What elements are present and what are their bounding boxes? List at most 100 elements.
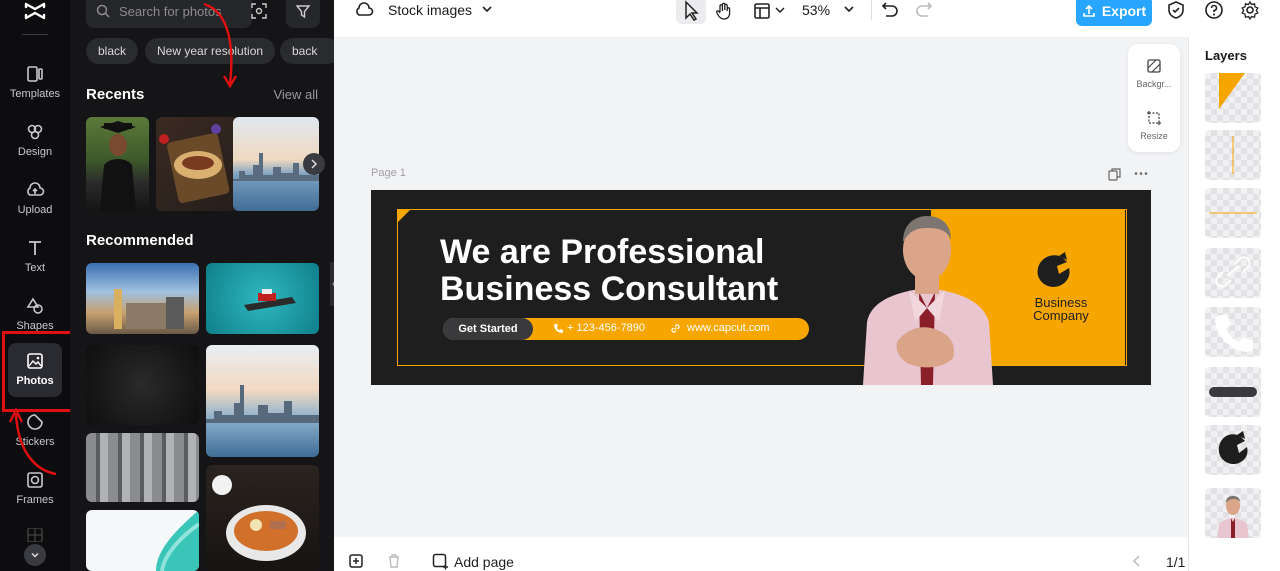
filter-icon: [295, 5, 311, 19]
settings-icon[interactable]: [1240, 0, 1260, 20]
more-tools-icon[interactable]: [26, 528, 44, 542]
upload-icon: [27, 182, 45, 196]
delete-icon[interactable]: [386, 553, 402, 569]
rail-item-text[interactable]: Text: [8, 234, 62, 286]
layers-panel: Layers: [1188, 37, 1280, 571]
teal-swirl-photo-icon: [156, 510, 199, 571]
capcut-editor: Templates Design Upload Text Shapes Phot…: [0, 0, 1280, 571]
cloud-icon[interactable]: [354, 0, 374, 20]
recent-photo-graduate[interactable]: [86, 117, 149, 211]
shield-icon[interactable]: [1166, 0, 1186, 20]
filter-button[interactable]: [286, 0, 320, 28]
text-icon: [29, 241, 41, 255]
hand-tool-icon[interactable]: [714, 1, 734, 21]
left-rail: Templates Design Upload Text Shapes Phot…: [0, 0, 70, 571]
image-search-icon: [251, 3, 267, 19]
ramen-photo-icon: [212, 475, 306, 561]
layer-item[interactable]: [1205, 367, 1261, 417]
top-bar: Stock images 53% Export: [334, 0, 1280, 26]
resize-tool-label: Resize: [1140, 131, 1168, 141]
chip-label: black: [98, 44, 127, 58]
chevron-down-icon: [31, 552, 39, 558]
add-page-icon[interactable]: [432, 553, 449, 570]
recommended-photo-dark-texture[interactable]: [86, 345, 199, 425]
layer-item[interactable]: [1205, 425, 1261, 475]
businessman-layer-icon: [1217, 496, 1249, 538]
layer-item[interactable]: [1205, 248, 1261, 298]
undo-icon[interactable]: [880, 1, 900, 21]
businessman-photo-icon: [863, 216, 993, 385]
link-icon: [671, 324, 680, 333]
prev-page-icon[interactable]: [1132, 555, 1142, 567]
document-title[interactable]: Stock images: [388, 2, 472, 18]
duplicate-page-icon[interactable]: [1108, 168, 1121, 181]
rail-expand-button[interactable]: [24, 544, 46, 566]
chevron-right-icon: [311, 159, 318, 169]
rail-item-design[interactable]: Design: [8, 118, 62, 170]
layer-item[interactable]: [1205, 307, 1261, 357]
company-name-line-2: Company: [1033, 308, 1089, 323]
design-icon: [27, 124, 43, 140]
background-icon: [1147, 59, 1161, 73]
chevron-down-icon[interactable]: [774, 4, 786, 16]
page-pagination: 1/1: [1166, 554, 1186, 570]
banner-headline[interactable]: We are Professional Business Consultant: [440, 234, 778, 308]
rail-label: Templates: [9, 88, 61, 100]
recommended-title: Recommended: [86, 232, 194, 249]
layer-item[interactable]: [1205, 488, 1261, 538]
resize-tool[interactable]: Resize: [1128, 110, 1180, 141]
horizontal-line-layer-icon: [1209, 212, 1257, 214]
chevron-down-icon[interactable]: [480, 2, 494, 16]
layer-item[interactable]: [1205, 73, 1261, 123]
select-tool-button[interactable]: [676, 0, 706, 24]
help-icon[interactable]: [1204, 0, 1224, 20]
bottom-bar: Add page 1/1: [334, 548, 1280, 571]
recommended-photo-skyline[interactable]: [206, 345, 319, 457]
recommended-photo-boat[interactable]: [206, 263, 319, 334]
chip-back[interactable]: back: [280, 38, 334, 64]
pill-layer-icon: [1209, 387, 1257, 397]
company-logo-icon: [1037, 252, 1070, 287]
export-label: Export: [1101, 3, 1147, 19]
add-frame-icon[interactable]: [348, 553, 364, 569]
add-page-button[interactable]: Add page: [454, 554, 514, 570]
phone-layer-icon: [1215, 315, 1253, 352]
banner-design[interactable]: We are Professional Business Consultant …: [371, 190, 1151, 385]
redo-icon[interactable]: [914, 1, 934, 21]
capcut-logo-icon[interactable]: [23, 0, 47, 22]
view-all-link[interactable]: View all: [273, 87, 318, 102]
search-icon: [96, 4, 110, 18]
chip-label: back: [292, 44, 318, 58]
chevron-down-icon[interactable]: [842, 2, 856, 16]
cursor-icon: [685, 0, 699, 21]
page-label: Page 1: [371, 167, 406, 179]
arrow-annotation-icon: [8, 407, 57, 476]
boat-photo-icon: [244, 289, 296, 311]
chip-black[interactable]: black: [86, 38, 139, 64]
layer-item[interactable]: [1205, 188, 1261, 238]
image-search-button[interactable]: [244, 0, 274, 28]
rail-divider: [22, 34, 48, 35]
vertical-line-layer-icon: [1232, 136, 1234, 174]
shapes-icon: [26, 297, 43, 314]
recommended-photo-city-aerial[interactable]: [86, 263, 199, 334]
recommended-photo-ramen[interactable]: [206, 465, 319, 571]
recommended-photo-teal-swirl[interactable]: [86, 510, 199, 571]
city-aerial-photo-icon: [114, 289, 184, 329]
layout-icon[interactable]: [752, 1, 772, 21]
background-tool[interactable]: Backgr...: [1128, 58, 1180, 89]
get-started-pill[interactable]: Get Started: [443, 318, 533, 340]
headline-line-1: We are Professional: [440, 233, 765, 271]
zoom-level[interactable]: 53%: [802, 2, 830, 18]
rail-item-templates[interactable]: Templates: [8, 60, 62, 112]
more-options-icon[interactable]: [1134, 171, 1148, 176]
resize-icon: [1147, 111, 1161, 125]
layer-item[interactable]: [1205, 130, 1261, 180]
recommended-photo-temple[interactable]: [86, 433, 199, 502]
recents-next-button[interactable]: [303, 153, 325, 175]
logo-layer-icon: [1218, 431, 1248, 465]
export-button[interactable]: Export: [1076, 0, 1152, 26]
rail-item-upload[interactable]: Upload: [8, 176, 62, 228]
graduate-photo-icon: [100, 121, 136, 211]
banner-corner-accent: [397, 209, 411, 223]
